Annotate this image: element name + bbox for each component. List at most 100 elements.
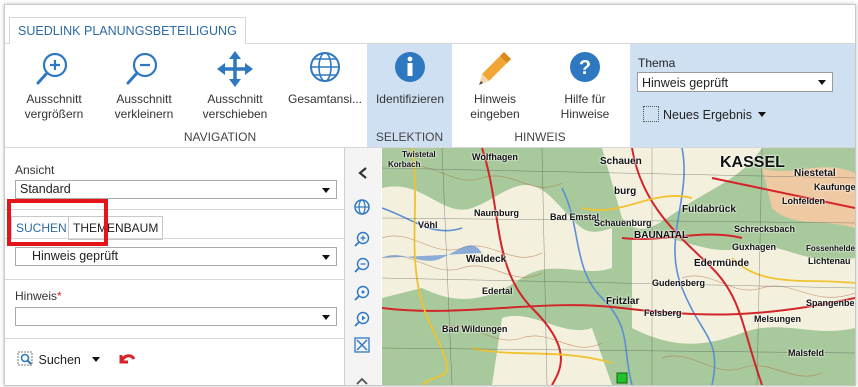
highlight-box	[7, 199, 108, 246]
search-button-label: Suchen	[38, 353, 81, 367]
hinweis-eingeben-label-1: Hinweis	[473, 92, 516, 106]
map-label: Edertal	[482, 286, 513, 296]
info-icon	[395, 52, 425, 82]
map-label: Fuldabrück	[682, 204, 736, 215]
map-view[interactable]: KASSEL Wolfhagen Schauen Niestetal Kaufu…	[382, 148, 855, 385]
help-icon: ?	[570, 52, 600, 82]
map-label: Wolfhagen	[472, 152, 518, 162]
map-label: Melsungen	[754, 314, 802, 324]
app-tabbar: SUEDLINK PLANUNGSBETEILIGUNG	[5, 5, 855, 45]
thema-dropdown[interactable]: Hinweis geprüft	[637, 72, 833, 92]
map-label: Gudensberg	[652, 278, 706, 288]
map-label: Twistetal	[402, 150, 436, 159]
globe-icon	[310, 52, 340, 82]
topographic-map	[382, 148, 855, 385]
search-layer-value: Hinweis geprüft	[32, 249, 119, 263]
thema-label: Thema	[638, 56, 676, 70]
zoom-in-label-1: Ausschnitt	[26, 92, 82, 106]
zoom-out-icon	[126, 52, 158, 85]
map-label: Spangenberg	[806, 298, 855, 308]
undo-icon[interactable]	[118, 352, 136, 366]
zoom-out-icon[interactable]	[353, 256, 371, 274]
ansicht-label: Ansicht	[15, 163, 55, 177]
map-label: Malsfeld	[788, 348, 825, 358]
svg-text:?: ?	[579, 57, 591, 79]
left-panel: Ansicht Standard SUCHEN THEMENBAUM Hinwe…	[5, 148, 345, 385]
map-label: Bad Wildungen	[442, 324, 508, 334]
chevron-down-icon	[757, 112, 766, 117]
map-label: Guxhagen	[732, 242, 777, 252]
chevron-down-icon	[322, 315, 330, 320]
divider	[5, 279, 344, 280]
identify-button[interactable]: Identifizieren	[369, 50, 451, 107]
new-result-button[interactable]: Neues Ergebnis	[643, 106, 766, 122]
chevron-down-icon	[818, 80, 826, 85]
hinweis-label-text: Hinweis	[15, 289, 58, 303]
zoom-out-button[interactable]: Ausschnitt verkleinern	[109, 50, 179, 122]
full-extent-button[interactable]: Gesamtansi...	[283, 50, 367, 107]
globe-icon[interactable]	[353, 198, 371, 216]
map-label: Waldeck	[466, 254, 507, 265]
map-label: Kaufunge	[814, 182, 855, 192]
required-marker: *	[57, 289, 62, 303]
map-label: Naumburg	[474, 208, 519, 218]
map-label: Bad Emstal	[550, 212, 600, 222]
ansicht-value: Standard	[20, 182, 71, 196]
map-label: KASSEL	[720, 154, 785, 171]
hinweis-label: Hinweis*	[15, 289, 62, 303]
zoom-in-button[interactable]: Ausschnitt vergrößern	[21, 50, 87, 122]
hinweis-eingeben-button[interactable]: Hinweis eingeben	[465, 50, 525, 122]
search-actions: Suchen	[17, 351, 136, 367]
help-button[interactable]: ? Hilfe für Hinweise	[553, 50, 617, 122]
chevron-up-icon[interactable]	[353, 372, 371, 386]
help-label-1: Hilfe für	[564, 92, 606, 106]
ribbon-toolbar: Ausschnitt vergrößern Ausschnitt verklei…	[5, 44, 855, 148]
zoom-in-icon	[36, 52, 68, 85]
zoom-next-icon[interactable]	[353, 310, 371, 328]
pencil-icon	[479, 52, 511, 85]
chevron-down-icon[interactable]	[92, 357, 101, 362]
chevron-down-icon	[322, 255, 330, 260]
map-label: Lohfelden	[782, 196, 825, 206]
map-label: Edermünde	[694, 258, 750, 269]
help-label-2: Hinweise	[560, 107, 610, 121]
map-label: Schauenburg	[594, 218, 652, 228]
fullscreen-icon[interactable]	[353, 336, 371, 354]
thema-value: Hinweis geprüft	[642, 76, 729, 90]
map-label: burg	[614, 186, 637, 197]
ansicht-dropdown[interactable]: Standard	[15, 180, 337, 199]
map-label: Vöhl	[418, 220, 438, 230]
map-label: BAUNATAL	[634, 230, 689, 241]
app-title-tab[interactable]: SUEDLINK PLANUNGSBETEILIGUNG	[9, 17, 246, 45]
search-layer-dropdown[interactable]: Hinweis geprüft	[15, 247, 337, 266]
map-label: Schrecksbach	[734, 224, 796, 234]
map-label: Fritzlar	[606, 296, 640, 307]
zoom-out-label-2: verkleinern	[114, 107, 174, 121]
pan-button[interactable]: Ausschnitt verschieben	[197, 50, 273, 122]
map-label: Korbach	[388, 160, 421, 169]
chevron-left-icon[interactable]	[357, 166, 369, 180]
map-label: Schauen	[600, 156, 642, 167]
map-label: Lichtenau	[808, 256, 851, 266]
group-label-selektion: SELEKTION	[375, 130, 444, 144]
group-label-hinweis: HINWEIS	[514, 130, 566, 144]
identify-label: Identifizieren	[375, 92, 445, 106]
pan-label-1: Ausschnitt	[207, 92, 263, 106]
selection-rectangle-icon	[643, 106, 659, 122]
zoom-out-label-1: Ausschnitt	[116, 92, 172, 106]
zoom-previous-icon[interactable]	[353, 284, 371, 302]
move-icon	[217, 51, 253, 87]
map-label: Fossenhelde	[806, 244, 855, 253]
chevron-down-icon	[322, 188, 330, 193]
full-extent-label: Gesamtansi...	[287, 92, 363, 106]
map-label: Niestetal	[794, 168, 836, 179]
new-result-label: Neues Ergebnis	[663, 108, 752, 122]
zoom-in-label-2: vergrößern	[24, 107, 84, 121]
map-label: Felsberg	[644, 308, 682, 318]
hinweis-dropdown[interactable]	[15, 307, 337, 326]
zoom-in-icon[interactable]	[353, 230, 371, 248]
search-button[interactable]: Suchen	[17, 351, 84, 367]
hinweis-eingeben-label-2: eingeben	[470, 107, 520, 121]
app-window: SUEDLINK PLANUNGSBETEILIGUNG Ausschnitt …	[4, 4, 856, 386]
search-icon	[17, 351, 33, 366]
